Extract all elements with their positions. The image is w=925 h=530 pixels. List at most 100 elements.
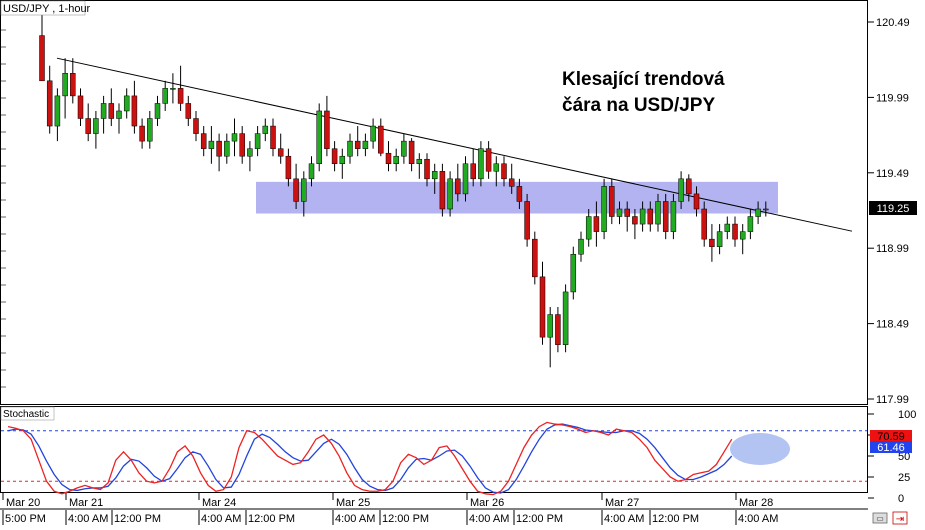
candle-body xyxy=(393,155,399,165)
candle-body xyxy=(447,178,453,210)
candle-body xyxy=(539,276,546,338)
candle-body xyxy=(732,223,738,240)
time-label: 4:00 AM xyxy=(738,513,778,525)
candle-body xyxy=(639,208,646,225)
price-tick-label: 120.49 xyxy=(876,17,910,29)
candle-body xyxy=(686,178,692,195)
candle-body xyxy=(277,148,284,157)
date-label: Mar 26 xyxy=(470,497,504,509)
time-label: 5:00 PM xyxy=(5,513,46,525)
candle-body xyxy=(724,223,731,232)
candle-body xyxy=(85,118,91,134)
candle-body xyxy=(347,140,353,157)
candle-body xyxy=(308,163,315,180)
price-tick-label: 118.99 xyxy=(876,243,909,255)
candle-body xyxy=(439,171,446,210)
time-label: 4:00 AM xyxy=(604,513,644,525)
price-tick-label: 117.99 xyxy=(876,394,909,406)
stoch-tick-label: 100 xyxy=(898,409,916,421)
candle-body xyxy=(678,178,684,202)
date-label: Mar 27 xyxy=(605,497,639,509)
candle-body xyxy=(547,314,553,338)
candle-body xyxy=(70,73,76,97)
candle-body xyxy=(632,216,638,225)
price-chart: 120.49 119.99 119.49 118.99 118.49 117.99 100… xyxy=(0,0,925,525)
candle-body xyxy=(624,208,630,217)
stoch-d-value: 61.46 xyxy=(877,442,905,454)
candle-body xyxy=(362,140,369,149)
candle-body xyxy=(177,88,184,104)
candle-body xyxy=(370,125,376,142)
candle-body xyxy=(62,73,68,97)
candle-body xyxy=(693,193,700,210)
candle-body xyxy=(285,155,292,180)
candle-body xyxy=(239,133,245,157)
candle-body xyxy=(270,125,276,149)
candle-body xyxy=(416,158,423,165)
candle-body xyxy=(208,140,215,149)
candle-body xyxy=(162,88,168,104)
candle-body xyxy=(324,110,330,149)
candle-body xyxy=(709,238,715,247)
stochastic-highlight xyxy=(730,433,790,465)
annotation-line-1: Klesající trendová xyxy=(562,69,725,90)
candle-body xyxy=(701,208,707,240)
candle-body xyxy=(670,201,677,232)
candle-body xyxy=(339,155,346,165)
time-label: 4:00 AM xyxy=(68,513,108,525)
candle-body xyxy=(408,140,415,165)
toggle-icon: ▭ xyxy=(876,514,884,523)
candle-body xyxy=(555,314,561,345)
symbol-label: USD/JPY , 1-hour xyxy=(3,3,91,15)
candle-body xyxy=(647,208,654,225)
candle-body xyxy=(747,216,754,232)
date-label: Mar 24 xyxy=(202,497,236,509)
price-tick-label: 118.49 xyxy=(876,319,909,331)
candle-body xyxy=(478,148,484,180)
candle-body xyxy=(616,208,623,217)
candle-body xyxy=(755,208,761,217)
scroll-end-icon: ⇥ xyxy=(896,514,904,525)
candle-body xyxy=(254,133,261,149)
date-label: Mar 21 xyxy=(69,497,103,509)
candle-body xyxy=(39,35,45,82)
candle-body xyxy=(231,133,238,142)
time-label: 12:00 PM xyxy=(382,513,429,525)
candle-body xyxy=(54,95,61,127)
candle-body xyxy=(485,148,492,172)
candle-body xyxy=(609,186,615,217)
candle-body xyxy=(216,140,222,157)
candle-body xyxy=(716,231,723,247)
candle-body xyxy=(763,208,769,211)
candle-body xyxy=(316,110,322,165)
stochastic-label: Stochastic xyxy=(3,409,49,420)
candle-body xyxy=(578,238,584,255)
candle-body xyxy=(170,88,176,90)
candle-body xyxy=(154,103,161,119)
candle-body xyxy=(562,291,569,345)
time-label: 4:00 AM xyxy=(469,513,509,525)
candle-body xyxy=(247,148,253,157)
price-tick-label: 119.49 xyxy=(876,168,909,180)
candle-body xyxy=(200,133,207,149)
candle-body xyxy=(93,118,99,134)
annotation-line-2: čára na USD/JPY xyxy=(562,95,715,116)
candle-body xyxy=(385,152,392,165)
candle-body xyxy=(431,171,438,180)
time-label: 12:00 PM xyxy=(248,513,295,525)
candle-body xyxy=(123,95,130,112)
candle-body xyxy=(524,201,530,240)
price-tick-label: 119.99 xyxy=(876,92,909,104)
time-label: 12:00 PM xyxy=(114,513,161,525)
candle-body xyxy=(46,80,53,127)
candle-body xyxy=(662,201,669,232)
chart-window: 120.49 119.99 119.49 118.99 118.49 117.99 100… xyxy=(0,0,925,525)
candle-body xyxy=(331,148,338,165)
candle-body xyxy=(185,103,192,119)
time-label: 4:00 AM xyxy=(335,513,375,525)
candle-body xyxy=(739,231,746,240)
date-label: Mar 28 xyxy=(739,497,773,509)
candle-body xyxy=(100,103,107,119)
candle-body xyxy=(455,178,461,195)
candle-body xyxy=(354,140,361,149)
